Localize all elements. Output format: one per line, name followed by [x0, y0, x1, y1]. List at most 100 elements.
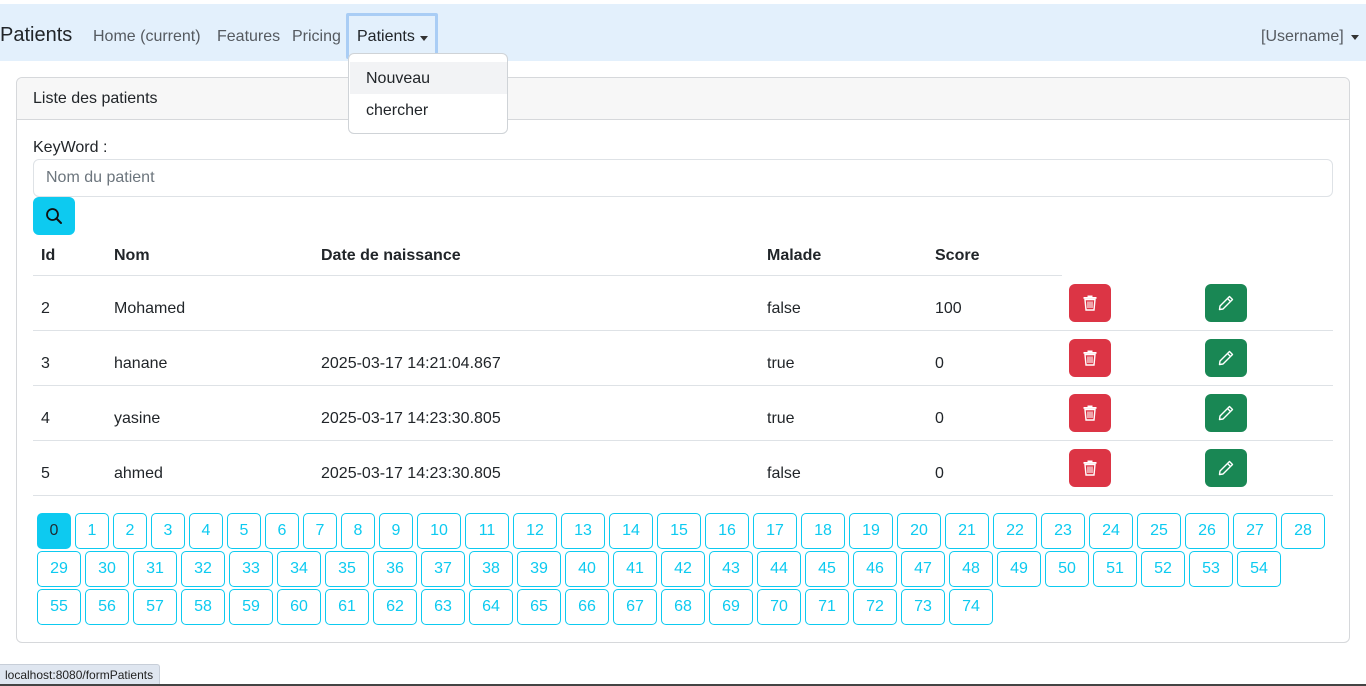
page-button[interactable]: 33	[229, 551, 273, 587]
page-button[interactable]: 45	[805, 551, 849, 587]
page-button[interactable]: 5	[227, 513, 261, 549]
page-button[interactable]: 38	[469, 551, 513, 587]
page-button[interactable]: 46	[853, 551, 897, 587]
page-button[interactable]: 26	[1185, 513, 1229, 549]
page-button[interactable]: 30	[85, 551, 129, 587]
page-button[interactable]: 68	[661, 589, 705, 625]
page-button[interactable]: 12	[513, 513, 557, 549]
page-button[interactable]: 55	[37, 589, 81, 625]
page-button[interactable]: 60	[277, 589, 321, 625]
page-button[interactable]: 10	[417, 513, 461, 549]
menu-item-chercher[interactable]: chercher	[350, 94, 507, 126]
page-button[interactable]: 61	[325, 589, 369, 625]
page-button[interactable]: 19	[849, 513, 893, 549]
page-button[interactable]: 70	[757, 589, 801, 625]
page-button[interactable]: 43	[709, 551, 753, 587]
page-button[interactable]: 36	[373, 551, 417, 587]
page-button[interactable]: 14	[609, 513, 653, 549]
nav-link-features[interactable]: Features	[217, 28, 280, 46]
page-button[interactable]: 13	[561, 513, 605, 549]
page-button[interactable]: 9	[379, 513, 413, 549]
page-button[interactable]: 4	[189, 513, 223, 549]
page-button[interactable]: 74	[949, 589, 993, 625]
page-button[interactable]: 52	[1141, 551, 1185, 587]
page-button[interactable]: 24	[1089, 513, 1133, 549]
page-button[interactable]: 66	[565, 589, 609, 625]
page-button[interactable]: 20	[897, 513, 941, 549]
page-button[interactable]: 18	[801, 513, 845, 549]
search-button[interactable]	[33, 197, 75, 235]
page-button[interactable]: 53	[1189, 551, 1233, 587]
delete-button[interactable]	[1069, 339, 1111, 377]
trash-icon	[1083, 460, 1097, 476]
edit-button[interactable]	[1205, 284, 1247, 322]
page-button[interactable]: 44	[757, 551, 801, 587]
navbar-brand[interactable]: Patients	[0, 24, 72, 47]
menu-item-nouveau[interactable]: Nouveau	[350, 62, 507, 94]
page-button[interactable]: 67	[613, 589, 657, 625]
page-button[interactable]: 28	[1281, 513, 1325, 549]
page-button[interactable]: 1	[75, 513, 109, 549]
page-button[interactable]: 0	[37, 513, 71, 549]
delete-button[interactable]	[1069, 284, 1111, 322]
page-button[interactable]: 42	[661, 551, 705, 587]
page-button[interactable]: 58	[181, 589, 225, 625]
page-button[interactable]: 57	[133, 589, 177, 625]
page-button[interactable]: 23	[1041, 513, 1085, 549]
page-button[interactable]: 37	[421, 551, 465, 587]
page-button[interactable]: 21	[945, 513, 989, 549]
search-input[interactable]	[33, 159, 1333, 197]
page-button[interactable]: 11	[465, 513, 509, 549]
edit-button[interactable]	[1205, 339, 1247, 377]
pencil-icon	[1218, 350, 1234, 366]
page-button[interactable]: 54	[1237, 551, 1281, 587]
page-button[interactable]: 35	[325, 551, 369, 587]
page-button[interactable]: 65	[517, 589, 561, 625]
page-button[interactable]: 73	[901, 589, 945, 625]
page-button[interactable]: 62	[373, 589, 417, 625]
page-button[interactable]: 7	[303, 513, 337, 549]
delete-button[interactable]	[1069, 449, 1111, 487]
nav-link-pricing[interactable]: Pricing	[292, 28, 341, 46]
page-button[interactable]: 50	[1045, 551, 1089, 587]
page-button[interactable]: 48	[949, 551, 993, 587]
page-button[interactable]: 72	[853, 589, 897, 625]
page-button[interactable]: 22	[993, 513, 1037, 549]
user-dropdown[interactable]: [Username]	[1261, 28, 1359, 46]
page-button[interactable]: 8	[341, 513, 375, 549]
page-button[interactable]: 41	[613, 551, 657, 587]
trash-icon	[1083, 405, 1097, 421]
page-button[interactable]: 49	[997, 551, 1041, 587]
cell-score: 100	[935, 300, 962, 317]
cell-score: 0	[935, 465, 944, 482]
cell-score: 0	[935, 355, 944, 372]
page-button[interactable]: 51	[1093, 551, 1137, 587]
pencil-icon	[1218, 405, 1234, 421]
nav-link-home[interactable]: Home (current)	[93, 28, 201, 46]
page-button[interactable]: 6	[265, 513, 299, 549]
edit-button[interactable]	[1205, 394, 1247, 432]
page-button[interactable]: 27	[1233, 513, 1277, 549]
page-button[interactable]: 56	[85, 589, 129, 625]
page-button[interactable]: 71	[805, 589, 849, 625]
edit-button[interactable]	[1205, 449, 1247, 487]
page-button[interactable]: 17	[753, 513, 797, 549]
page-button[interactable]: 3	[151, 513, 185, 549]
patients-dropdown-menu: Nouveau chercher	[348, 53, 508, 134]
page-button[interactable]: 59	[229, 589, 273, 625]
page-button[interactable]: 69	[709, 589, 753, 625]
page-button[interactable]: 25	[1137, 513, 1181, 549]
page-button[interactable]: 63	[421, 589, 465, 625]
page-button[interactable]: 31	[133, 551, 177, 587]
page-button[interactable]: 40	[565, 551, 609, 587]
page-button[interactable]: 32	[181, 551, 225, 587]
page-button[interactable]: 64	[469, 589, 513, 625]
delete-button[interactable]	[1069, 394, 1111, 432]
page-button[interactable]: 16	[705, 513, 749, 549]
page-button[interactable]: 29	[37, 551, 81, 587]
page-button[interactable]: 2	[113, 513, 147, 549]
page-button[interactable]: 47	[901, 551, 945, 587]
page-button[interactable]: 34	[277, 551, 321, 587]
page-button[interactable]: 39	[517, 551, 561, 587]
page-button[interactable]: 15	[657, 513, 701, 549]
